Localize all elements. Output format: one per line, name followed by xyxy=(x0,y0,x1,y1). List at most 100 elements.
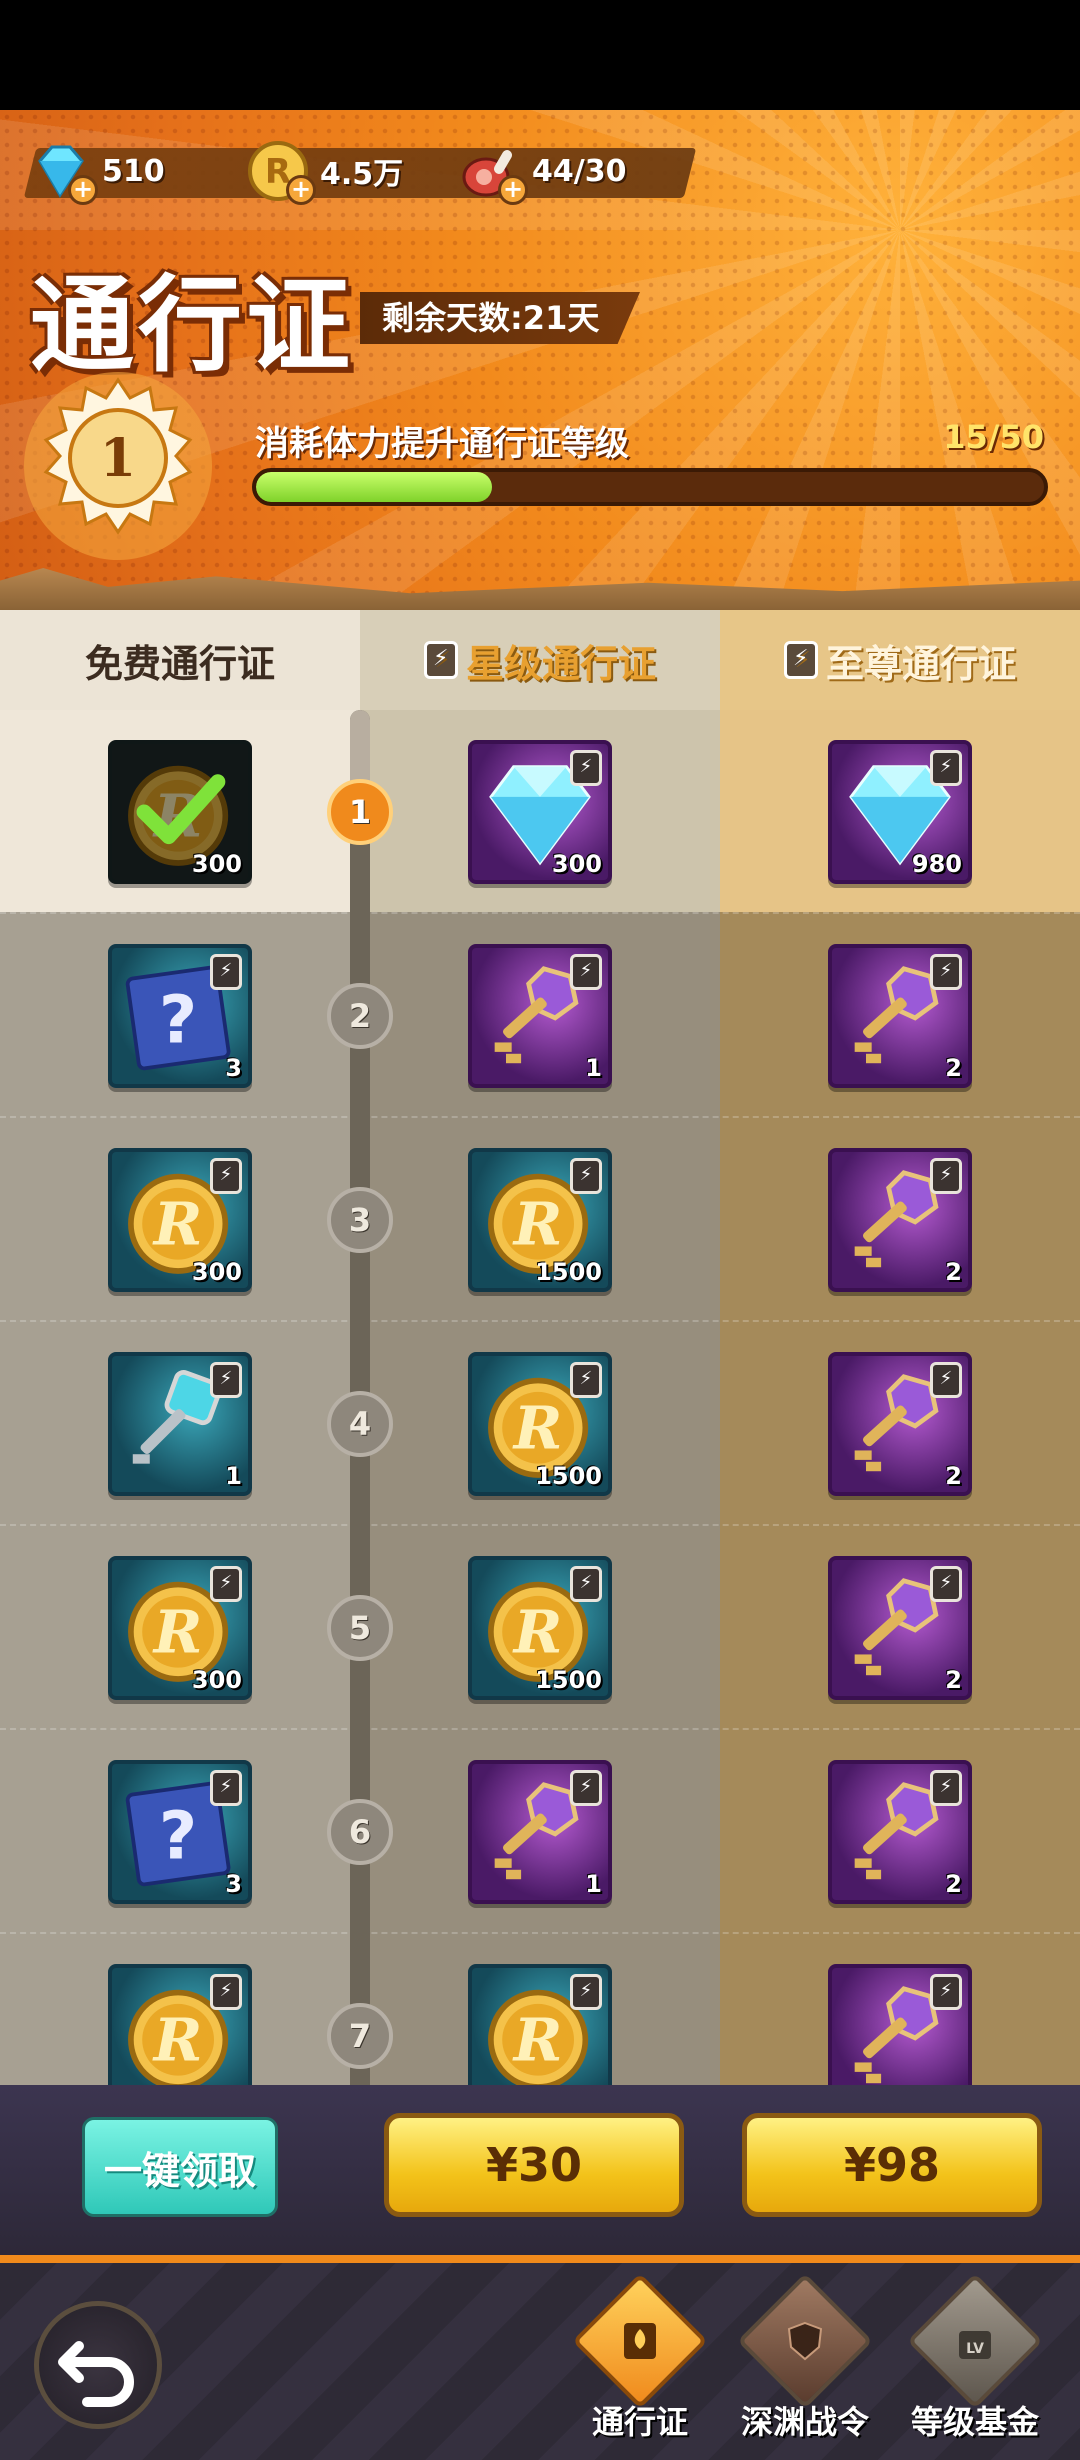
svg-text:R: R xyxy=(512,1394,563,1463)
lock-icon: ⚡ xyxy=(570,954,602,990)
supreme-reward-item[interactable]: ⚡ 2 xyxy=(828,1148,972,1292)
supreme-reward-item[interactable]: ⚡ 2 xyxy=(828,1760,972,1904)
buy-supreme-pass-button[interactable]: ¥98 xyxy=(742,2113,1042,2217)
gear-icon: 1 xyxy=(24,372,212,560)
tab-free-pass[interactable]: 免费通行证 xyxy=(0,610,360,710)
level-node: 6 xyxy=(327,1799,393,1865)
tab-abyss-pass[interactable]: 深渊战令 xyxy=(725,2273,885,2453)
lock-icon: ⚡ xyxy=(570,1770,602,1806)
tab-level-fund[interactable]: LV 等级基金 xyxy=(895,2273,1055,2453)
supreme-reward-item[interactable]: ⚡ 2 xyxy=(828,1352,972,1496)
level-node: 2 xyxy=(327,983,393,1049)
star-reward-item[interactable]: ⚡ 300 xyxy=(468,740,612,884)
back-button[interactable] xyxy=(34,2301,162,2429)
free-reward-item[interactable]: ? ⚡ 3 xyxy=(108,1760,252,1904)
add-diamond-button[interactable]: + xyxy=(68,175,98,205)
level-gear-badge: 1 xyxy=(18,366,218,566)
top-black-bar xyxy=(0,0,1080,110)
level-node: 4 xyxy=(327,1391,393,1457)
lock-icon: ⚡ xyxy=(930,750,962,786)
reward-quantity: 2 xyxy=(945,1054,962,1082)
lock-icon: ⚡ xyxy=(570,1566,602,1602)
free-reward-item[interactable]: R 300 xyxy=(108,740,252,884)
add-coin-button[interactable]: + xyxy=(286,175,316,205)
supreme-reward-item[interactable]: ⚡ xyxy=(828,1964,972,2085)
svg-text:R: R xyxy=(512,1190,563,1259)
svg-text:R: R xyxy=(152,1598,203,1667)
supreme-reward-item[interactable]: ⚡ 2 xyxy=(828,1556,972,1700)
lock-icon: ⚡ xyxy=(570,750,602,786)
reward-list[interactable]: 1234567 R 300 ⚡ 300 ⚡ 980? ⚡ 3 ⚡ 1 ⚡ 2 R ⚡ 300 R ⚡ 1500 ⚡ 2… xyxy=(0,610,1080,2085)
pass-icon xyxy=(624,2323,656,2359)
tab-pass[interactable]: 通行证 xyxy=(560,2273,720,2453)
lock-icon xyxy=(423,641,458,679)
free-reward-item[interactable]: ⚡ 1 xyxy=(108,1352,252,1496)
lock-icon: ⚡ xyxy=(570,1158,602,1194)
lock-icon: ⚡ xyxy=(930,1362,962,1398)
lock-icon xyxy=(783,641,818,679)
supreme-reward-item[interactable]: ⚡ 2 xyxy=(828,944,972,1088)
free-reward-item[interactable]: R ⚡ 300 xyxy=(108,1556,252,1700)
reward-quantity: 2 xyxy=(945,1462,962,1490)
star-reward-item[interactable]: ⚡ 1 xyxy=(468,944,612,1088)
coin-resource[interactable]: R + 4.5万 xyxy=(246,136,403,206)
lock-icon: ⚡ xyxy=(210,1770,242,1806)
reward-quantity: 3 xyxy=(225,1054,242,1082)
level-node: 7 xyxy=(327,2003,393,2069)
reward-quantity: 300 xyxy=(191,850,242,878)
svg-text:?: ? xyxy=(159,981,197,1058)
free-reward-item[interactable]: R ⚡ 300 xyxy=(108,1148,252,1292)
abyss-shield-icon xyxy=(787,2321,823,2361)
free-reward-item[interactable]: R ⚡ xyxy=(108,1964,252,2085)
level-hint: 消耗体力提升通行证等级 xyxy=(255,424,629,464)
svg-text:R: R xyxy=(152,1190,203,1259)
lock-icon: ⚡ xyxy=(930,1566,962,1602)
bottom-nav: 通行证 深渊战令 LV 等级基金 xyxy=(0,2263,1080,2460)
star-reward-item[interactable]: R ⚡ 1500 xyxy=(468,1352,612,1496)
battle-pass-screen: + 510 R + 4.5万 + 44/30 通行证 剩余天数:21天 1 消耗… xyxy=(0,0,1080,2460)
reward-quantity: 300 xyxy=(191,1666,242,1694)
tab-star-pass[interactable]: 星级通行证 xyxy=(360,610,720,710)
meat-icon: + xyxy=(458,139,528,205)
lock-icon: ⚡ xyxy=(570,1362,602,1398)
level-number: 1 xyxy=(100,428,136,489)
lock-icon: ⚡ xyxy=(570,1974,602,2010)
claim-all-button[interactable]: 一键领取 xyxy=(82,2117,278,2217)
stamina-count: 44/30 xyxy=(532,153,627,189)
svg-text:R: R xyxy=(152,2006,203,2075)
reward-quantity: 2 xyxy=(945,1870,962,1898)
add-stamina-button[interactable]: + xyxy=(498,175,528,205)
tab-supreme-pass[interactable]: 至尊通行证 xyxy=(720,610,1080,710)
level-progress-bar xyxy=(252,468,1048,506)
star-reward-item[interactable]: ⚡ 1 xyxy=(468,1760,612,1904)
svg-text:R: R xyxy=(512,2006,563,2075)
reward-quantity: 1500 xyxy=(535,1258,602,1286)
buy-star-pass-button[interactable]: ¥30 xyxy=(384,2113,684,2217)
pass-header: + 510 R + 4.5万 + 44/30 通行证 剩余天数:21天 1 消耗… xyxy=(0,110,1080,610)
free-reward-item[interactable]: ? ⚡ 3 xyxy=(108,944,252,1088)
reward-quantity: 1 xyxy=(225,1462,242,1490)
reward-quantity: 1 xyxy=(585,1870,602,1898)
star-reward-item[interactable]: R ⚡ 1500 xyxy=(468,1556,612,1700)
back-arrow-icon xyxy=(58,2341,134,2407)
diamond-resource[interactable]: + 510 xyxy=(28,136,165,206)
svg-text:?: ? xyxy=(159,1797,197,1874)
diamond-count: 510 xyxy=(102,153,165,189)
lock-icon: ⚡ xyxy=(210,1566,242,1602)
level-fund-icon: LV xyxy=(959,2331,991,2359)
coin-count: 4.5万 xyxy=(320,157,404,192)
svg-text:R: R xyxy=(512,1598,563,1667)
star-reward-item[interactable]: R ⚡ xyxy=(468,1964,612,2085)
svg-text:LV: LV xyxy=(966,2341,984,2357)
supreme-reward-item[interactable]: ⚡ 980 xyxy=(828,740,972,884)
lock-icon: ⚡ xyxy=(210,1362,242,1398)
lock-icon: ⚡ xyxy=(930,1158,962,1194)
progress-count: 15/50 xyxy=(943,418,1044,456)
reward-quantity: 1500 xyxy=(535,1666,602,1694)
lock-icon: ⚡ xyxy=(930,954,962,990)
lock-icon: ⚡ xyxy=(210,1158,242,1194)
star-reward-item[interactable]: R ⚡ 1500 xyxy=(468,1148,612,1292)
diamond-icon: + xyxy=(28,139,98,205)
stamina-resource[interactable]: + 44/30 xyxy=(458,136,626,206)
remaining-days-badge: 剩余天数:21天 xyxy=(360,292,640,344)
